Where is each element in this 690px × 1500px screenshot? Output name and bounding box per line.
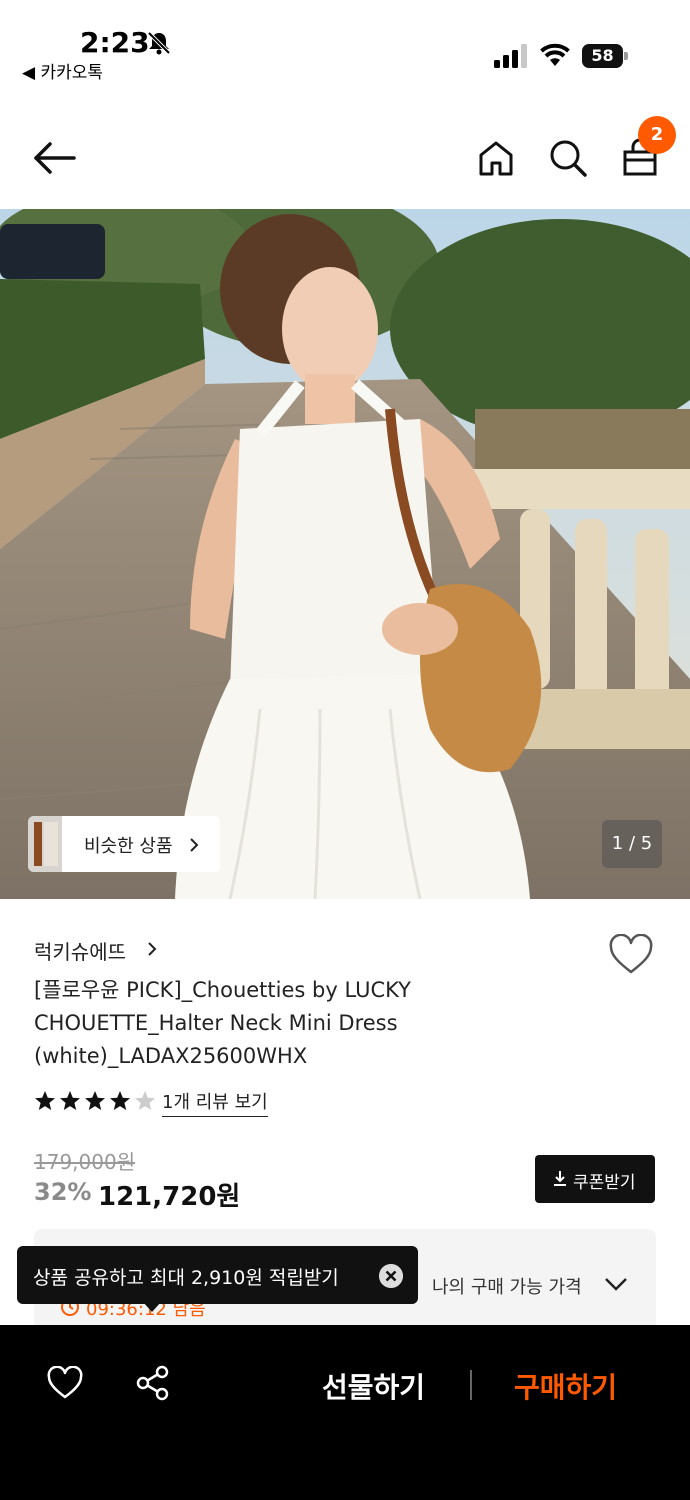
- original-price: 179,000원: [34, 1150, 136, 1174]
- share-icon[interactable]: [134, 1364, 172, 1402]
- download-icon: [554, 1171, 566, 1186]
- brand-link[interactable]: 럭키슈에뜨: [34, 936, 126, 965]
- discount-rate: 32%: [34, 1178, 92, 1206]
- search-icon[interactable]: [546, 136, 590, 180]
- chevron-right-icon: [190, 838, 199, 852]
- product-title: [플로우윤 PICK]_Chouetties by LUCKY CHOUETTE…: [34, 978, 411, 1068]
- top-navigation: [0, 110, 690, 206]
- heart-icon[interactable]: [46, 1366, 84, 1400]
- star-filled-icon: [110, 1091, 130, 1110]
- star-filled-icon: [85, 1091, 105, 1110]
- bell-muted-icon: [147, 31, 171, 55]
- gallery-page-counter: 1 / 5: [602, 820, 662, 868]
- coupon-label: 쿠폰받기: [573, 1173, 636, 1193]
- star-filled-icon: [60, 1091, 80, 1110]
- wifi-icon: [540, 43, 570, 66]
- battery-indicator: 58: [582, 44, 628, 68]
- get-coupon-button[interactable]: 쿠폰받기: [535, 1155, 655, 1203]
- battery-level: 58: [591, 46, 614, 65]
- star-empty-icon: [135, 1091, 155, 1110]
- status-time: 2:23: [80, 26, 150, 59]
- toast-pointer: [143, 1302, 161, 1312]
- buy-button[interactable]: 구매하기: [514, 1366, 617, 1406]
- bottom-action-bar: [0, 1325, 690, 1500]
- back-arrow-icon[interactable]: [30, 138, 78, 178]
- sale-price: 121,720원: [98, 1182, 241, 1212]
- chevron-right-icon: [148, 942, 157, 956]
- status-bar: 2:23 ◀ 카카오톡 58: [0, 0, 690, 90]
- product-photo: [0, 209, 690, 899]
- share-reward-toast[interactable]: 상품 공유하고 최대 2,910원 적립받기: [17, 1246, 418, 1304]
- chevron-down-icon[interactable]: [604, 1276, 628, 1292]
- similar-products-label: 비슷한 상품: [84, 836, 173, 857]
- similar-products-button[interactable]: 비슷한 상품: [28, 816, 220, 872]
- button-divider: [470, 1370, 472, 1400]
- view-reviews-link[interactable]: 1개 리뷰 보기: [162, 1088, 268, 1117]
- gift-button[interactable]: 선물하기: [322, 1366, 425, 1406]
- close-icon[interactable]: [379, 1264, 403, 1288]
- product-image-gallery[interactable]: [0, 209, 690, 899]
- cellular-signal-icon: [494, 44, 527, 68]
- star-filled-icon: [35, 1091, 55, 1110]
- similar-product-thumbnail: [28, 816, 62, 872]
- heart-icon[interactable]: [608, 934, 654, 976]
- toast-message: 상품 공유하고 최대 2,910원 적립받기: [33, 1267, 339, 1289]
- my-price-label[interactable]: 나의 구매 가능 가격: [432, 1273, 582, 1299]
- home-icon[interactable]: [474, 136, 518, 180]
- cart-count-badge: 2: [638, 116, 676, 154]
- back-to-app-link[interactable]: ◀ 카카오톡: [22, 58, 103, 83]
